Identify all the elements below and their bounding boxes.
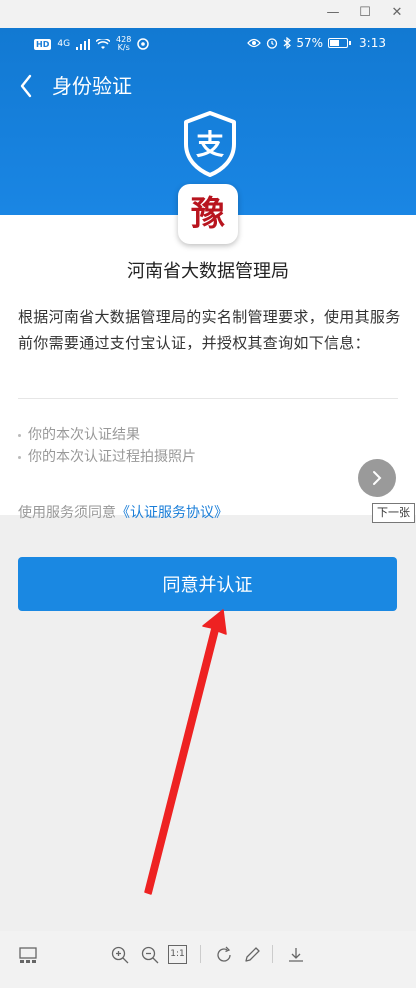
zoom-in-icon bbox=[111, 946, 129, 964]
chevron-right-icon bbox=[373, 471, 382, 485]
phone-screen: HD 4G 428 K/s 57% 3:13 身份验证 支 豫 河南省大数据管理… bbox=[0, 28, 416, 931]
viewer-toolbar: 1:1 bbox=[0, 931, 416, 988]
close-button[interactable]: ✕ bbox=[386, 4, 408, 22]
minimize-button[interactable]: — bbox=[322, 4, 344, 22]
thumbnail-icon bbox=[19, 947, 37, 963]
network-speed: 428 K/s bbox=[116, 36, 131, 52]
rotate-icon bbox=[217, 946, 231, 962]
zoom-out-icon bbox=[141, 946, 159, 964]
toolbar-separator bbox=[200, 945, 201, 963]
authorized-info-list: 你的本次认证结果 你的本次认证过程拍摄照片 bbox=[18, 424, 196, 468]
divider bbox=[18, 398, 398, 399]
hotspot-icon bbox=[137, 38, 150, 50]
app-bar: 身份验证 bbox=[0, 66, 416, 106]
back-arrow-icon bbox=[20, 74, 32, 98]
status-bar: HD 4G 428 K/s 57% 3:13 bbox=[0, 28, 416, 58]
actual-size-button[interactable]: 1:1 bbox=[168, 945, 187, 964]
maximize-button[interactable]: ☐ bbox=[354, 4, 376, 22]
zoom-out-button[interactable] bbox=[140, 945, 160, 965]
org-logo: 豫 bbox=[178, 184, 238, 244]
org-name: 河南省大数据管理局 bbox=[127, 261, 289, 282]
page-title: 身份验证 bbox=[52, 74, 132, 98]
next-image-tooltip: 下一张 bbox=[372, 503, 415, 523]
battery-percent: 57% bbox=[296, 36, 324, 50]
bluetooth-icon bbox=[283, 37, 292, 49]
agreement-link[interactable]: 《认证服务协议》 bbox=[116, 505, 228, 521]
zoom-in-button[interactable] bbox=[110, 945, 130, 965]
status-time: 3:13 bbox=[359, 36, 386, 50]
battery-icon bbox=[328, 38, 352, 48]
viewer-titlebar: — ☐ ✕ bbox=[0, 0, 416, 28]
hd-badge: HD bbox=[34, 38, 52, 50]
battery-level bbox=[330, 40, 340, 46]
rotate-button[interactable] bbox=[214, 945, 234, 965]
thumbnail-button[interactable] bbox=[18, 945, 38, 965]
org-seal-icon: 豫 bbox=[191, 194, 225, 234]
speed-unit: K/s bbox=[117, 43, 130, 52]
alipay-logo-text: 支 bbox=[196, 128, 224, 161]
network-label: 4G bbox=[57, 39, 71, 49]
alarm-icon bbox=[267, 38, 278, 49]
authorization-intro: 根据河南省大数据管理局的实名制管理要求，使用其服务前你需要通过支付宝认证，并授权… bbox=[18, 308, 401, 352]
agreement-line: 使用服务须同意《认证服务协议》 bbox=[18, 502, 228, 524]
signal-icon bbox=[76, 38, 91, 50]
agreement-prefix: 使用服务须同意 bbox=[18, 505, 116, 521]
edit-button[interactable] bbox=[242, 945, 262, 965]
edit-icon bbox=[245, 947, 260, 962]
list-item: 你的本次认证过程拍摄照片 bbox=[18, 446, 196, 468]
alipay-shield-icon: 支 bbox=[184, 111, 236, 177]
eye-icon bbox=[247, 38, 262, 48]
toolbar-separator bbox=[272, 945, 273, 963]
download-button[interactable] bbox=[286, 945, 306, 965]
agree-and-verify-button[interactable]: 同意并认证 bbox=[18, 557, 397, 611]
wifi-icon bbox=[96, 38, 111, 49]
next-image-button[interactable] bbox=[358, 459, 396, 497]
download-icon bbox=[289, 948, 303, 962]
back-button[interactable] bbox=[14, 70, 42, 102]
list-item: 你的本次认证结果 bbox=[18, 424, 196, 446]
